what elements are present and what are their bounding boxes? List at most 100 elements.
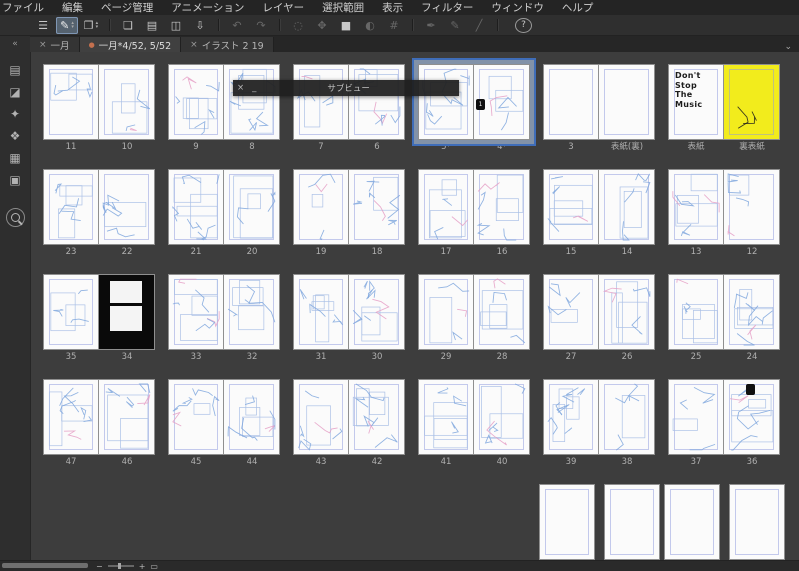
page-number: 裏表紙 [739, 142, 765, 152]
horizontal-scrollbar-thumb[interactable] [2, 563, 88, 568]
menu-item-8[interactable]: ウィンドウ [482, 0, 553, 15]
material-color-panel-button[interactable]: ✦ [4, 104, 26, 123]
selection-tool-button[interactable]: ◌ [287, 17, 309, 34]
spread-cell[interactable]: 47 46 [41, 379, 157, 467]
spread-cell[interactable]: 21 20 [166, 169, 282, 257]
zoom-slider-thumb[interactable] [117, 563, 121, 569]
spread-cell[interactable]: 11 10 [41, 64, 157, 152]
spread-cell[interactable]: 76 [291, 64, 407, 152]
open-file-button[interactable]: ▤ [141, 17, 163, 34]
fit-view-button[interactable]: ▭ [150, 562, 158, 571]
spread-cell[interactable]: 25 24 [666, 274, 782, 362]
sketch-thumbnail [48, 387, 93, 447]
transform-tool-button[interactable]: ✥ [311, 17, 333, 34]
spread-cell[interactable]: 19 18 [291, 169, 407, 257]
menu-item-2[interactable]: ページ管理 [92, 0, 162, 15]
frame-border-tool-button[interactable]: # [383, 17, 405, 34]
help-button[interactable]: ? [515, 17, 532, 33]
spread-cell[interactable]: 3 表紙(裏) [541, 64, 657, 152]
spread-cell[interactable]: 33 32 [166, 274, 282, 362]
tab-list: × 一月 ● 一月*4/52, 5/52 × イラスト 2 19 [30, 36, 274, 52]
spread-cell[interactable]: 39 38 [541, 379, 657, 467]
spread-cell[interactable] [538, 484, 660, 560]
spread-cell[interactable]: 98 [166, 64, 282, 152]
page-number: 12 [746, 247, 758, 257]
export-file-button[interactable]: ⇩ [189, 17, 211, 34]
new-page-button[interactable]: ❏ [117, 17, 139, 34]
menu-item-3[interactable]: アニメーション [162, 0, 253, 15]
tab-close-icon[interactable]: × [190, 40, 198, 50]
spread-cell[interactable]: 29 28 [416, 274, 532, 362]
spread-cell[interactable]: 41 40 [416, 379, 532, 467]
material-pattern-panel-button[interactable]: ❖ [4, 126, 26, 145]
zoom-out-button[interactable]: − [96, 562, 103, 571]
gradient-tool-button[interactable]: ◐ [359, 17, 381, 34]
navigator-panel-button[interactable]: ▤ [4, 60, 26, 79]
material-image-panel-icon: ▣ [9, 172, 21, 187]
material-tone-panel-button[interactable]: ▦ [4, 148, 26, 167]
material-panel-button[interactable]: ◪ [4, 82, 26, 101]
pencil-tool-button[interactable]: ✎ [444, 17, 466, 34]
menu-item-1[interactable]: 編集 [53, 0, 92, 15]
pen-tool-button[interactable]: ✒ [420, 17, 442, 34]
story-info-tool-button[interactable]: ❐ ▴ ▾ [80, 17, 102, 34]
spread-cell[interactable]: 31 30 [291, 274, 407, 362]
main-menu-button[interactable]: ☰ [32, 17, 54, 34]
spread-cell[interactable] [663, 484, 785, 560]
tab-close-icon[interactable]: × [39, 40, 47, 50]
spread-cell[interactable]: 17 16 [416, 169, 532, 257]
spread-cell[interactable]: 27 26 [541, 274, 657, 362]
spread-cell[interactable]: 45 44 [166, 379, 282, 467]
stepper-arrows-icon[interactable]: ▴ ▾ [71, 20, 74, 30]
menu-item-9[interactable]: ヘルプ [553, 0, 603, 15]
spread-cell[interactable]: 13 12 [666, 169, 782, 257]
save-file-button[interactable]: ◫ [165, 17, 187, 34]
zoom-in-button[interactable]: + [139, 562, 146, 571]
page-spread [663, 484, 785, 560]
tab-2[interactable]: × イラスト 2 19 [181, 37, 274, 52]
stepper-arrows-icon[interactable]: ▴ ▾ [96, 20, 99, 30]
subview-panel-titlebar[interactable]: × _ サブビュー [233, 80, 459, 96]
page-thumbnail [599, 169, 655, 245]
tab-0[interactable]: × 一月 [30, 37, 80, 52]
menu-item-5[interactable]: 選択範囲 [313, 0, 373, 15]
page-thumbnail [663, 484, 720, 560]
statusbar: − + ▭ [0, 560, 799, 571]
subview-minimize-icon[interactable]: _ [248, 80, 260, 96]
page-thumbnail [538, 484, 595, 560]
fill-tool-button[interactable]: ■ [335, 17, 357, 34]
spread-cell[interactable]: 37 36 [666, 379, 782, 467]
page-edit-tool-button[interactable]: ✎ ▴ ▾ [56, 16, 78, 34]
zoom-slider[interactable] [107, 563, 134, 569]
transform-tool-icon: ✥ [317, 18, 327, 32]
menu-item-7[interactable]: フィルター [412, 0, 482, 15]
sketch-thumbnail [672, 173, 720, 237]
spread-cell[interactable]: 43 42 [291, 379, 407, 467]
spread-cell[interactable]: 15 14 [541, 169, 657, 257]
collapse-panel-icon[interactable]: « [12, 39, 18, 49]
material-image-panel-button[interactable]: ▣ [4, 170, 26, 189]
subview-close-icon[interactable]: × [233, 80, 248, 96]
page-number: 表紙 [687, 142, 705, 152]
tab-list-chevron-icon[interactable]: ⌄ [784, 42, 792, 52]
tab-1[interactable]: ● 一月*4/52, 5/52 [79, 37, 182, 52]
spread-cell[interactable]: Don't Stop The Music 表紙 裏表紙 [666, 64, 782, 152]
spread-cell[interactable]: 35 34 [41, 274, 157, 362]
page-number-labels: 13 12 [668, 247, 780, 257]
menu-item-0[interactable]: ファイル [0, 0, 53, 15]
page-number-labels: 5* 4* [418, 142, 530, 152]
menu-item-6[interactable]: 表示 [373, 0, 412, 15]
page-thumbnail [543, 169, 599, 245]
spread-cell[interactable]: 1 5* 4* [416, 64, 532, 152]
spread-cell[interactable]: 23 22 [41, 169, 157, 257]
page-margin-guide [734, 489, 779, 555]
undo-button[interactable]: ↶ [226, 17, 248, 34]
search-panel-button[interactable] [5, 208, 25, 227]
page-spread: Don't Stop The Music [668, 64, 780, 140]
ruler-tool-button[interactable]: ╱ [468, 17, 490, 34]
page-spread [43, 379, 155, 455]
menu-item-4[interactable]: レイヤー [253, 0, 313, 15]
page-number-labels: 47 46 [43, 457, 155, 467]
page-thumbnail [474, 274, 530, 350]
redo-button[interactable]: ↷ [250, 17, 272, 34]
